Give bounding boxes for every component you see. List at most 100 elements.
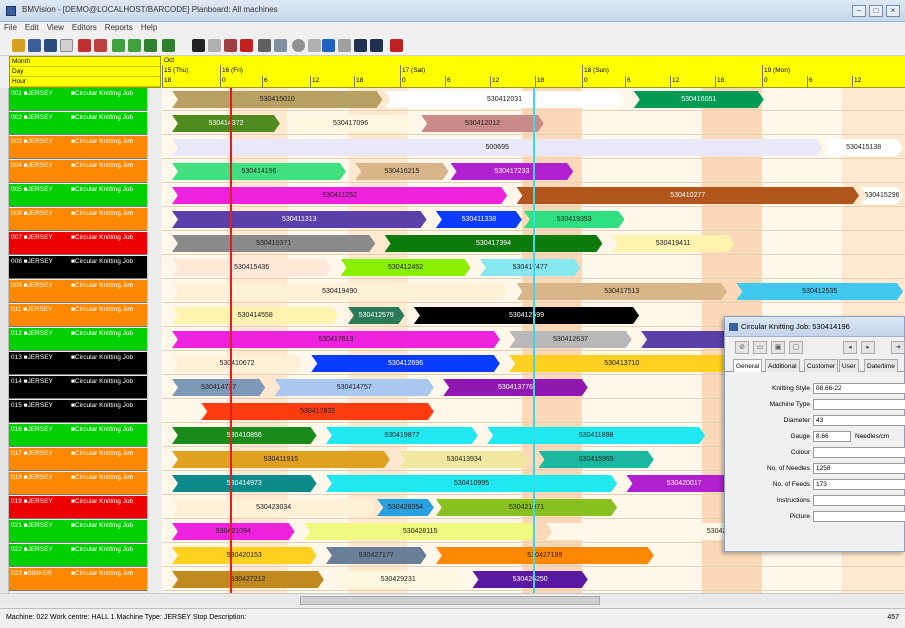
machine-row-header[interactable]: 006 ■JERSEY ■Circular Knitting Job bbox=[9, 208, 147, 231]
job-bar[interactable]: 530410995 bbox=[326, 475, 617, 492]
machine-row-header[interactable]: 001 ■JERSEY ■Circular Knitting Job bbox=[9, 88, 147, 111]
minimize-button[interactable]: – bbox=[852, 5, 866, 17]
settings-icon[interactable] bbox=[292, 39, 305, 52]
menu-item-file[interactable]: File bbox=[0, 22, 21, 33]
job-bar[interactable]: 530413710 bbox=[509, 355, 734, 372]
erase-icon[interactable] bbox=[240, 39, 253, 52]
field-value-input[interactable] bbox=[813, 447, 905, 458]
menu-item-edit[interactable]: Edit bbox=[21, 22, 43, 33]
prev-icon[interactable]: ◂ bbox=[843, 341, 857, 354]
zoom-in-icon[interactable] bbox=[112, 39, 125, 52]
job-bar[interactable]: 530426250 bbox=[473, 571, 588, 588]
field-value-input[interactable]: 43 bbox=[813, 415, 905, 426]
job-bar[interactable]: 530412599 bbox=[414, 307, 639, 324]
cancel-icon[interactable]: ⊘ bbox=[735, 341, 749, 354]
open-icon[interactable] bbox=[12, 39, 25, 52]
print-preview-icon[interactable] bbox=[274, 39, 287, 52]
tab-customer[interactable]: Customer bbox=[804, 359, 839, 372]
job-bar[interactable]: 530427212 bbox=[172, 571, 324, 588]
job-bar[interactable]: 530410856 bbox=[172, 427, 317, 444]
job-bar[interactable]: 530412031 bbox=[385, 91, 625, 108]
goto-icon[interactable]: ➜ bbox=[891, 341, 905, 354]
machine-row-header[interactable]: 004 ■JERSEY ■Circular Knitting Job bbox=[9, 160, 147, 183]
save-icon[interactable] bbox=[28, 39, 41, 52]
job-bar[interactable]: 530411338 bbox=[436, 211, 522, 228]
job-bar[interactable]: 500695 bbox=[172, 139, 822, 156]
machine-row-header[interactable]: 012 ■JERSEY ■Circular Knitting Job bbox=[9, 328, 147, 351]
calendar-icon[interactable] bbox=[224, 39, 237, 52]
machine-row-header[interactable]: 023 ■SINKER ■Circular Knitting Job bbox=[9, 568, 147, 591]
job-bar[interactable]: 530412637 bbox=[509, 331, 632, 348]
reference-marker[interactable] bbox=[533, 88, 535, 593]
job-bar[interactable]: 530416215 bbox=[355, 163, 448, 180]
job-bar[interactable]: 530427199 bbox=[436, 547, 654, 564]
field-value-input[interactable] bbox=[813, 511, 905, 522]
split-icon[interactable] bbox=[308, 39, 321, 52]
job-bar[interactable]: 530417613 bbox=[172, 331, 500, 348]
zoom-out-icon[interactable] bbox=[128, 39, 141, 52]
job-bar[interactable]: 530419353 bbox=[524, 211, 625, 228]
job-bar[interactable]: 530428115 bbox=[304, 523, 537, 540]
menu-item-help[interactable]: Help bbox=[137, 22, 161, 33]
job-bar[interactable]: 530410277 bbox=[517, 187, 860, 204]
field-value-input[interactable] bbox=[813, 399, 905, 410]
job-bar[interactable]: 530413934 bbox=[399, 451, 529, 468]
edit-icon[interactable] bbox=[78, 39, 91, 52]
job-bar[interactable]: 530410371 bbox=[172, 235, 375, 252]
pin-icon[interactable] bbox=[322, 39, 335, 52]
job-bar[interactable]: 530419877 bbox=[326, 427, 478, 444]
job-bar[interactable]: 530412579 bbox=[348, 307, 405, 324]
job-bar[interactable]: 530421094 bbox=[172, 523, 295, 540]
job-bar[interactable]: 530414196 bbox=[172, 163, 346, 180]
machine-row-header[interactable]: 005 ■JERSEY ■Circular Knitting Job bbox=[9, 184, 147, 207]
undo-icon[interactable] bbox=[338, 39, 351, 52]
scroll-thumb[interactable] bbox=[300, 596, 600, 605]
job-bar[interactable]: 530417394 bbox=[385, 235, 603, 252]
save-all-icon[interactable] bbox=[44, 39, 57, 52]
list-icon[interactable] bbox=[208, 39, 221, 52]
machine-row-header[interactable]: 018 ■JERSEY ■Circular Knitting Job bbox=[9, 472, 147, 495]
job-bar[interactable]: 530411915 bbox=[172, 451, 390, 468]
machine-row-header[interactable]: 021 ■JERSEY ■Circular Knitting Job bbox=[9, 520, 147, 543]
job-bar[interactable]: 530413776 bbox=[443, 379, 588, 396]
job-bar[interactable]: 530426054 bbox=[377, 499, 434, 516]
job-bar[interactable]: 530417096 bbox=[289, 115, 412, 132]
job-bar[interactable]: 530415436 bbox=[172, 259, 331, 276]
job-bar[interactable]: 530414737 bbox=[172, 379, 265, 396]
delete-icon[interactable] bbox=[94, 39, 107, 52]
job-bar[interactable]: 530414372 bbox=[172, 115, 280, 132]
job-bar[interactable]: 530415010 bbox=[172, 91, 383, 108]
machine-row-header[interactable]: 009 ■JERSEY ■Circular Knitting Job bbox=[9, 280, 147, 303]
job-bar[interactable]: 530419490 bbox=[172, 283, 507, 300]
machine-row-header[interactable]: 011 ■JERSEY ■Circular Knitting Job bbox=[9, 304, 147, 327]
job-bar[interactable]: 530417477 bbox=[480, 259, 581, 276]
job-bar[interactable]: 530411313 bbox=[172, 211, 427, 228]
job-bar[interactable]: 530415138 bbox=[824, 139, 903, 156]
machine-row-header[interactable]: 007 ■JERSEY ■Circular Knitting Job bbox=[9, 232, 147, 255]
machine-row-header[interactable]: 002 ■JERSEY ■Circular Knitting Job bbox=[9, 112, 147, 135]
tab-date-time[interactable]: Date/time bbox=[864, 359, 898, 372]
job-bar[interactable]: 530417835 bbox=[201, 403, 434, 420]
job-bar[interactable]: 530415296 bbox=[861, 187, 903, 204]
current-time-marker[interactable] bbox=[230, 88, 232, 593]
job-bar[interactable]: 530423034 bbox=[172, 499, 375, 516]
job-bar[interactable]: 530417513 bbox=[517, 283, 728, 300]
user-icon[interactable] bbox=[390, 39, 403, 52]
job-bar[interactable]: 530412012 bbox=[421, 115, 544, 132]
copy-icon[interactable]: ▣ bbox=[771, 341, 785, 354]
field-value-input[interactable]: 8.66 bbox=[813, 431, 851, 442]
layout-dropdown-icon[interactable] bbox=[370, 39, 383, 52]
print-icon[interactable] bbox=[258, 39, 271, 52]
machine-row-header[interactable]: 019 ■JERSEY ■Circular Knitting Job bbox=[9, 496, 147, 519]
paste-icon[interactable]: ▢ bbox=[789, 341, 803, 354]
machine-row-header[interactable]: 003 ■JERSEY ■Circular Knitting Job bbox=[9, 136, 147, 159]
find-icon[interactable] bbox=[192, 39, 205, 52]
refresh-icon[interactable] bbox=[60, 39, 73, 52]
job-bar[interactable]: 530427177 bbox=[326, 547, 427, 564]
field-value-input[interactable]: 08.66-22 bbox=[813, 383, 905, 394]
job-bar[interactable]: 530414973 bbox=[172, 475, 317, 492]
job-bar[interactable]: 530417233 bbox=[451, 163, 574, 180]
menu-item-reports[interactable]: Reports bbox=[101, 22, 137, 33]
job-bar[interactable]: 530412696 bbox=[311, 355, 500, 372]
field-value-input[interactable] bbox=[813, 495, 905, 506]
